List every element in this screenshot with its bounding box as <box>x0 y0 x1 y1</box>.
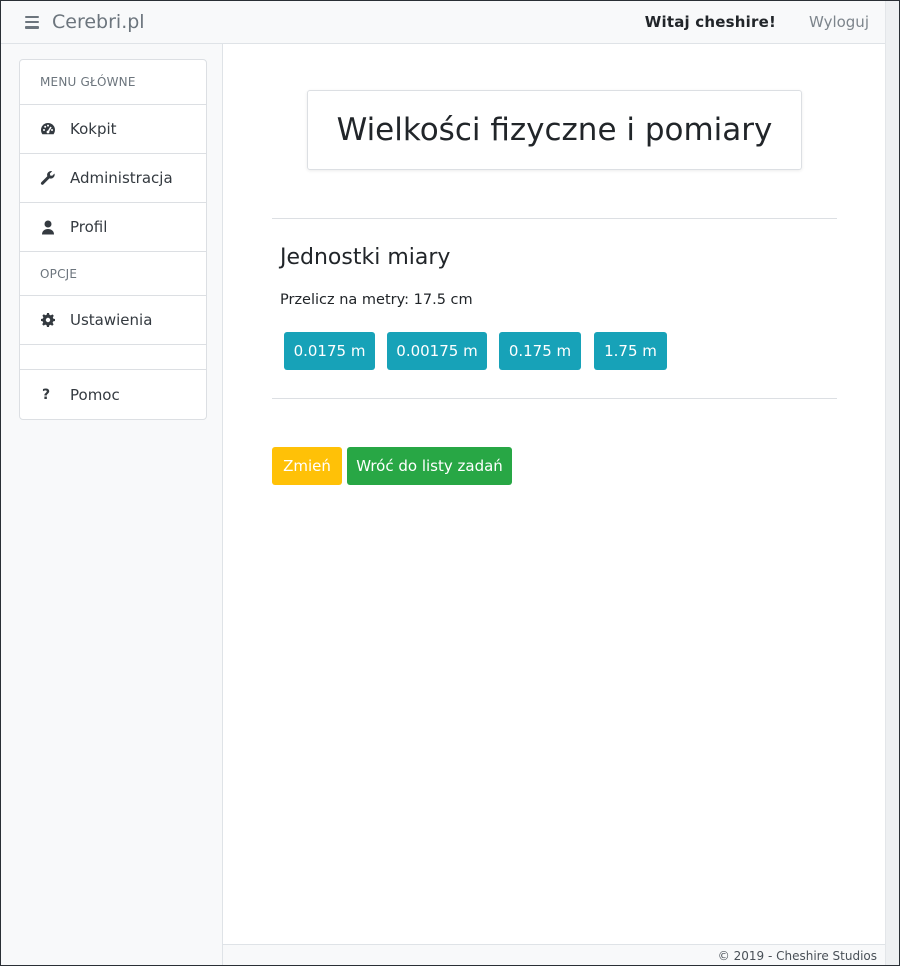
tachometer-icon <box>40 121 56 137</box>
answer-button[interactable]: 0.00175 m <box>387 332 487 370</box>
sidebar-item-label: Administracja <box>70 169 173 187</box>
top-navbar: Cerebri.pl Witaj cheshire! Wyloguj <box>1 1 885 44</box>
sidebar-item-administracja[interactable]: Administracja <box>20 154 206 203</box>
sidebar-menu: MENU GŁÓWNE Kokpit Administracja Profil … <box>19 59 207 420</box>
change-button[interactable]: Zmień <box>272 447 342 485</box>
answer-button[interactable]: 0.0175 m <box>284 332 375 370</box>
brand-name: Cerebri.pl <box>52 11 145 33</box>
divider-top <box>272 218 837 219</box>
sidebar-item-profil[interactable]: Profil <box>20 203 206 252</box>
footer: © 2019 - Cheshire Studios <box>223 944 885 965</box>
hamburger-icon[interactable] <box>25 15 39 29</box>
footer-copyright: © 2019 - Cheshire Studios <box>717 949 877 963</box>
scrollbar[interactable] <box>885 1 899 965</box>
sidebar-item-label: Kokpit <box>70 120 117 138</box>
question-icon: ? <box>42 386 51 403</box>
menu-divider <box>20 345 206 370</box>
question-text: Przelicz na metry: 17.5 cm <box>280 292 473 308</box>
sidebar-item-ustawienia[interactable]: Ustawienia <box>20 296 206 345</box>
back-to-tasks-button[interactable]: Wróć do listy zadań <box>347 447 512 485</box>
gear-icon <box>40 312 56 328</box>
menu-main-header: MENU GŁÓWNE <box>20 60 206 105</box>
app-window: Cerebri.pl Witaj cheshire! Wyloguj MENU … <box>0 0 900 966</box>
user-greeting: Witaj cheshire! <box>644 13 776 31</box>
wrench-icon <box>40 170 56 186</box>
answer-button[interactable]: 0.175 m <box>499 332 581 370</box>
sidebar-item-pomoc[interactable]: ? Pomoc <box>20 370 206 419</box>
menu-options-header: OPCJE <box>20 252 206 296</box>
sidebar-item-kokpit[interactable]: Kokpit <box>20 105 206 154</box>
divider-bottom <box>272 398 837 399</box>
page-title: Wielkości fizyczne i pomiary <box>307 90 802 170</box>
user-icon <box>40 219 56 235</box>
sidebar-item-label: Profil <box>70 218 108 236</box>
sidebar-item-label: Ustawienia <box>70 311 153 329</box>
sidebar-item-label: Pomoc <box>70 385 120 404</box>
brand-link[interactable]: Cerebri.pl <box>25 11 145 33</box>
answer-button[interactable]: 1.75 m <box>594 332 667 370</box>
logout-link[interactable]: Wyloguj <box>809 13 869 31</box>
section-title: Jednostki miary <box>280 245 451 270</box>
